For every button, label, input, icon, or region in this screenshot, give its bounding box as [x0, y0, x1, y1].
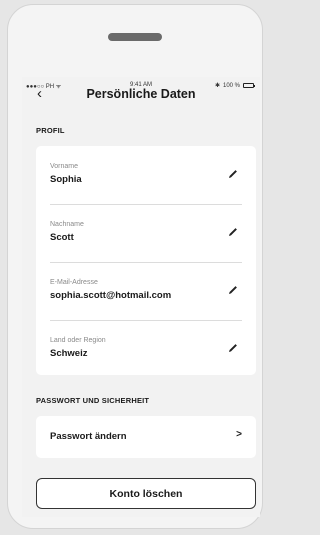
- speaker-grille: [108, 33, 162, 41]
- section-label-security: PASSWORT UND SICHERHEIT: [36, 396, 150, 405]
- pencil-icon[interactable]: [227, 226, 239, 238]
- field-value: Schweiz: [50, 348, 88, 359]
- field-label: Land oder Region: [50, 337, 106, 344]
- section-label-profile: PROFIL: [36, 126, 65, 135]
- field-value: sophia.scott@hotmail.com: [50, 290, 172, 301]
- field-label: E-Mail-Adresse: [50, 279, 98, 286]
- pencil-icon[interactable]: [227, 342, 239, 354]
- page-title: Persönliche Daten: [86, 87, 196, 101]
- field-value: Scott: [50, 232, 74, 243]
- field-label: Nachname: [50, 221, 84, 228]
- field-value: Sophia: [50, 174, 82, 185]
- nav-header: ‹ Persönliche Daten: [22, 86, 260, 102]
- pencil-icon[interactable]: [227, 284, 239, 296]
- field-last-name[interactable]: Nachname Scott: [50, 204, 246, 262]
- chevron-right-icon: >: [236, 429, 242, 440]
- field-country[interactable]: Land oder Region Schweiz: [50, 320, 246, 378]
- change-password-row[interactable]: Passwort ändern >: [36, 416, 256, 458]
- field-email[interactable]: E-Mail-Adresse sophia.scott@hotmail.com: [50, 262, 246, 320]
- profile-card: Vorname Sophia Nachname Scott E-Mail-Adr…: [36, 146, 256, 375]
- pencil-icon[interactable]: [227, 168, 239, 180]
- field-label: Vorname: [50, 163, 79, 170]
- delete-account-button[interactable]: Konto löschen: [36, 478, 256, 509]
- change-password-label: Passwort ändern: [50, 431, 127, 442]
- field-first-name[interactable]: Vorname Sophia: [50, 146, 246, 204]
